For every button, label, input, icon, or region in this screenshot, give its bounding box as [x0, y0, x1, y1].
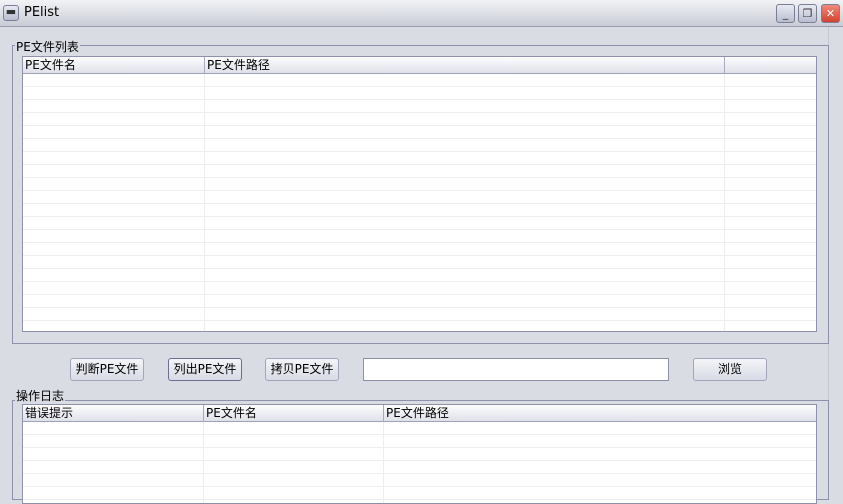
system-menu-icon[interactable]: ▬: [3, 5, 19, 21]
pe-list-table[interactable]: PE文件名 PE文件路径: [22, 56, 817, 332]
column-header-extra[interactable]: [725, 57, 816, 74]
minimize-button[interactable]: _: [776, 4, 795, 23]
list-pe-button[interactable]: 列出PE文件: [168, 358, 242, 381]
column-divider: [204, 74, 205, 331]
window-title: PElist: [24, 5, 60, 20]
column-divider: [383, 422, 384, 503]
column-header-filename[interactable]: PE文件名: [204, 405, 384, 422]
check-pe-button[interactable]: 判断PE文件: [70, 358, 144, 381]
log-table[interactable]: 错误提示 PE文件名 PE文件路径: [22, 404, 817, 504]
column-header-filepath[interactable]: PE文件路径: [384, 405, 816, 422]
close-button[interactable]: ✕: [821, 4, 840, 23]
column-header-error[interactable]: 错误提示: [23, 405, 204, 422]
table-header: 错误提示 PE文件名 PE文件路径: [23, 405, 816, 422]
column-divider: [203, 422, 204, 503]
column-header-filename[interactable]: PE文件名: [23, 57, 205, 74]
column-header-filepath[interactable]: PE文件路径: [205, 57, 725, 74]
pe-list-group-label: PE文件列表: [15, 38, 80, 55]
log-group-label: 操作日志: [15, 387, 66, 404]
window-border: [828, 27, 843, 492]
table-header: PE文件名 PE文件路径: [23, 57, 816, 74]
column-divider: [724, 74, 725, 331]
browse-button[interactable]: 浏览: [693, 358, 767, 381]
title-bar: ▬ PElist _ ❐ ✕: [0, 0, 843, 27]
path-input[interactable]: [363, 358, 669, 381]
copy-pe-button[interactable]: 拷贝PE文件: [265, 358, 339, 381]
maximize-button[interactable]: ❐: [798, 4, 817, 23]
